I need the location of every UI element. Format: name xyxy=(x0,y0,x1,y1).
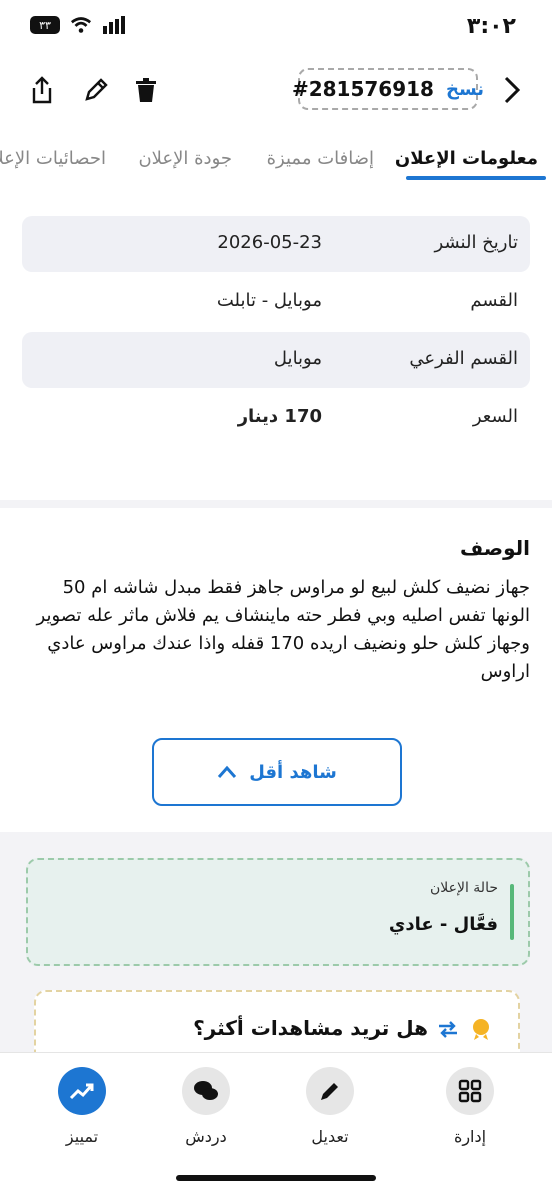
ad-id: #281576918 xyxy=(291,77,434,101)
row-price: السعر 170 دينار xyxy=(22,390,530,446)
chevron-right-icon[interactable] xyxy=(498,74,526,106)
row-label: تاريخ النشر xyxy=(434,232,518,253)
tab-ad-quality[interactable]: جودة الإعلان xyxy=(138,148,232,169)
status-bar: ٣:٠٢ ٣٣ xyxy=(0,0,552,60)
pencil-icon xyxy=(85,78,108,101)
battery-icon: ٣٣ xyxy=(30,16,60,34)
nav-label: إدارة xyxy=(453,1127,487,1146)
tab-ad-stats[interactable]: احصائيات الإعلان xyxy=(0,148,106,169)
description-text: جهاز نضيف كلش لبيع لو مراوس جاهز فقط مبد… xyxy=(36,577,530,682)
share-button[interactable] xyxy=(26,74,58,106)
edit-button[interactable] xyxy=(80,74,112,106)
delete-button[interactable] xyxy=(130,74,162,106)
chat-bubbles-icon xyxy=(194,1081,218,1100)
signal-icon xyxy=(103,16,125,34)
description-title: الوصف xyxy=(459,536,530,560)
see-less-button[interactable]: شاهد أقل xyxy=(152,738,402,806)
row-value: موبايل xyxy=(273,348,322,369)
grid-icon xyxy=(458,1079,482,1103)
active-tab-indicator xyxy=(406,176,546,180)
ad-status-card: حالة الإعلان فعَّال - عادي xyxy=(26,858,530,966)
nav-chat[interactable]: دردش xyxy=(156,1067,256,1146)
nav-feature[interactable]: تمييز xyxy=(32,1067,132,1146)
nav-feature-circle xyxy=(58,1067,106,1115)
wifi-icon xyxy=(70,17,92,33)
row-label: القسم الفرعي xyxy=(409,348,518,369)
tab-bar: معلومات الإعلان إضافات مميزة جودة الإعلا… xyxy=(0,120,552,183)
row-subcategory: القسم الفرعي موبايل xyxy=(22,332,530,388)
row-category: القسم موبايل - تابلت xyxy=(22,274,530,330)
nav-label: تعديل xyxy=(311,1127,349,1146)
nav-edit[interactable]: تعديل xyxy=(280,1067,380,1146)
ad-info-section: تاريخ النشر 2026-05-23 القسم موبايل - تا… xyxy=(0,182,552,500)
nav-label: تمييز xyxy=(65,1127,99,1146)
nav-chat-circle xyxy=(182,1067,230,1115)
status-label: حالة الإعلان xyxy=(429,880,498,896)
nav-manage[interactable]: إدارة xyxy=(420,1067,520,1146)
status-time: ٣:٠٢ xyxy=(466,14,516,39)
see-less-label: شاهد أقل xyxy=(249,761,337,783)
top-header: نسخ #281576918 xyxy=(0,60,552,120)
medal-icon xyxy=(473,1019,489,1040)
nav-manage-circle xyxy=(446,1067,494,1115)
trash-icon xyxy=(136,78,156,102)
promo-title: هل تريد مشاهدات أكثر؟ xyxy=(193,1016,428,1040)
row-publish-date: تاريخ النشر 2026-05-23 xyxy=(22,216,530,272)
repeat-icon xyxy=(439,1021,457,1038)
row-value: 170 دينار xyxy=(237,406,322,427)
row-label: السعر xyxy=(472,406,518,427)
ad-id-pill[interactable]: نسخ #281576918 xyxy=(292,68,484,110)
nav-label: دردش xyxy=(185,1127,227,1146)
battery-level: ٣٣ xyxy=(39,18,51,32)
row-label: القسم xyxy=(470,290,518,311)
status-accent-bar xyxy=(510,884,514,940)
share-icon xyxy=(32,76,52,104)
pencil-icon xyxy=(321,1083,338,1100)
status-icons: ٣٣ xyxy=(30,16,126,34)
status-value: فعَّال - عادي xyxy=(388,914,498,935)
chevron-up-icon xyxy=(218,765,237,778)
trending-up-icon xyxy=(69,1083,94,1100)
nav-edit-circle xyxy=(306,1067,354,1115)
description-section: الوصف جهاز نضيف كلش لبيع لو مراوس جاهز ف… xyxy=(0,508,552,832)
copy-button[interactable]: نسخ xyxy=(446,79,484,100)
bottom-nav: إدارة تعديل دردش تمييز xyxy=(0,1052,552,1195)
tab-ad-info[interactable]: معلومات الإعلان xyxy=(395,148,538,169)
row-value: موبايل - تابلت xyxy=(216,290,322,311)
row-value: 2026-05-23 xyxy=(217,232,322,253)
home-indicator xyxy=(176,1175,376,1181)
tab-featured-addons[interactable]: إضافات مميزة xyxy=(267,148,374,169)
